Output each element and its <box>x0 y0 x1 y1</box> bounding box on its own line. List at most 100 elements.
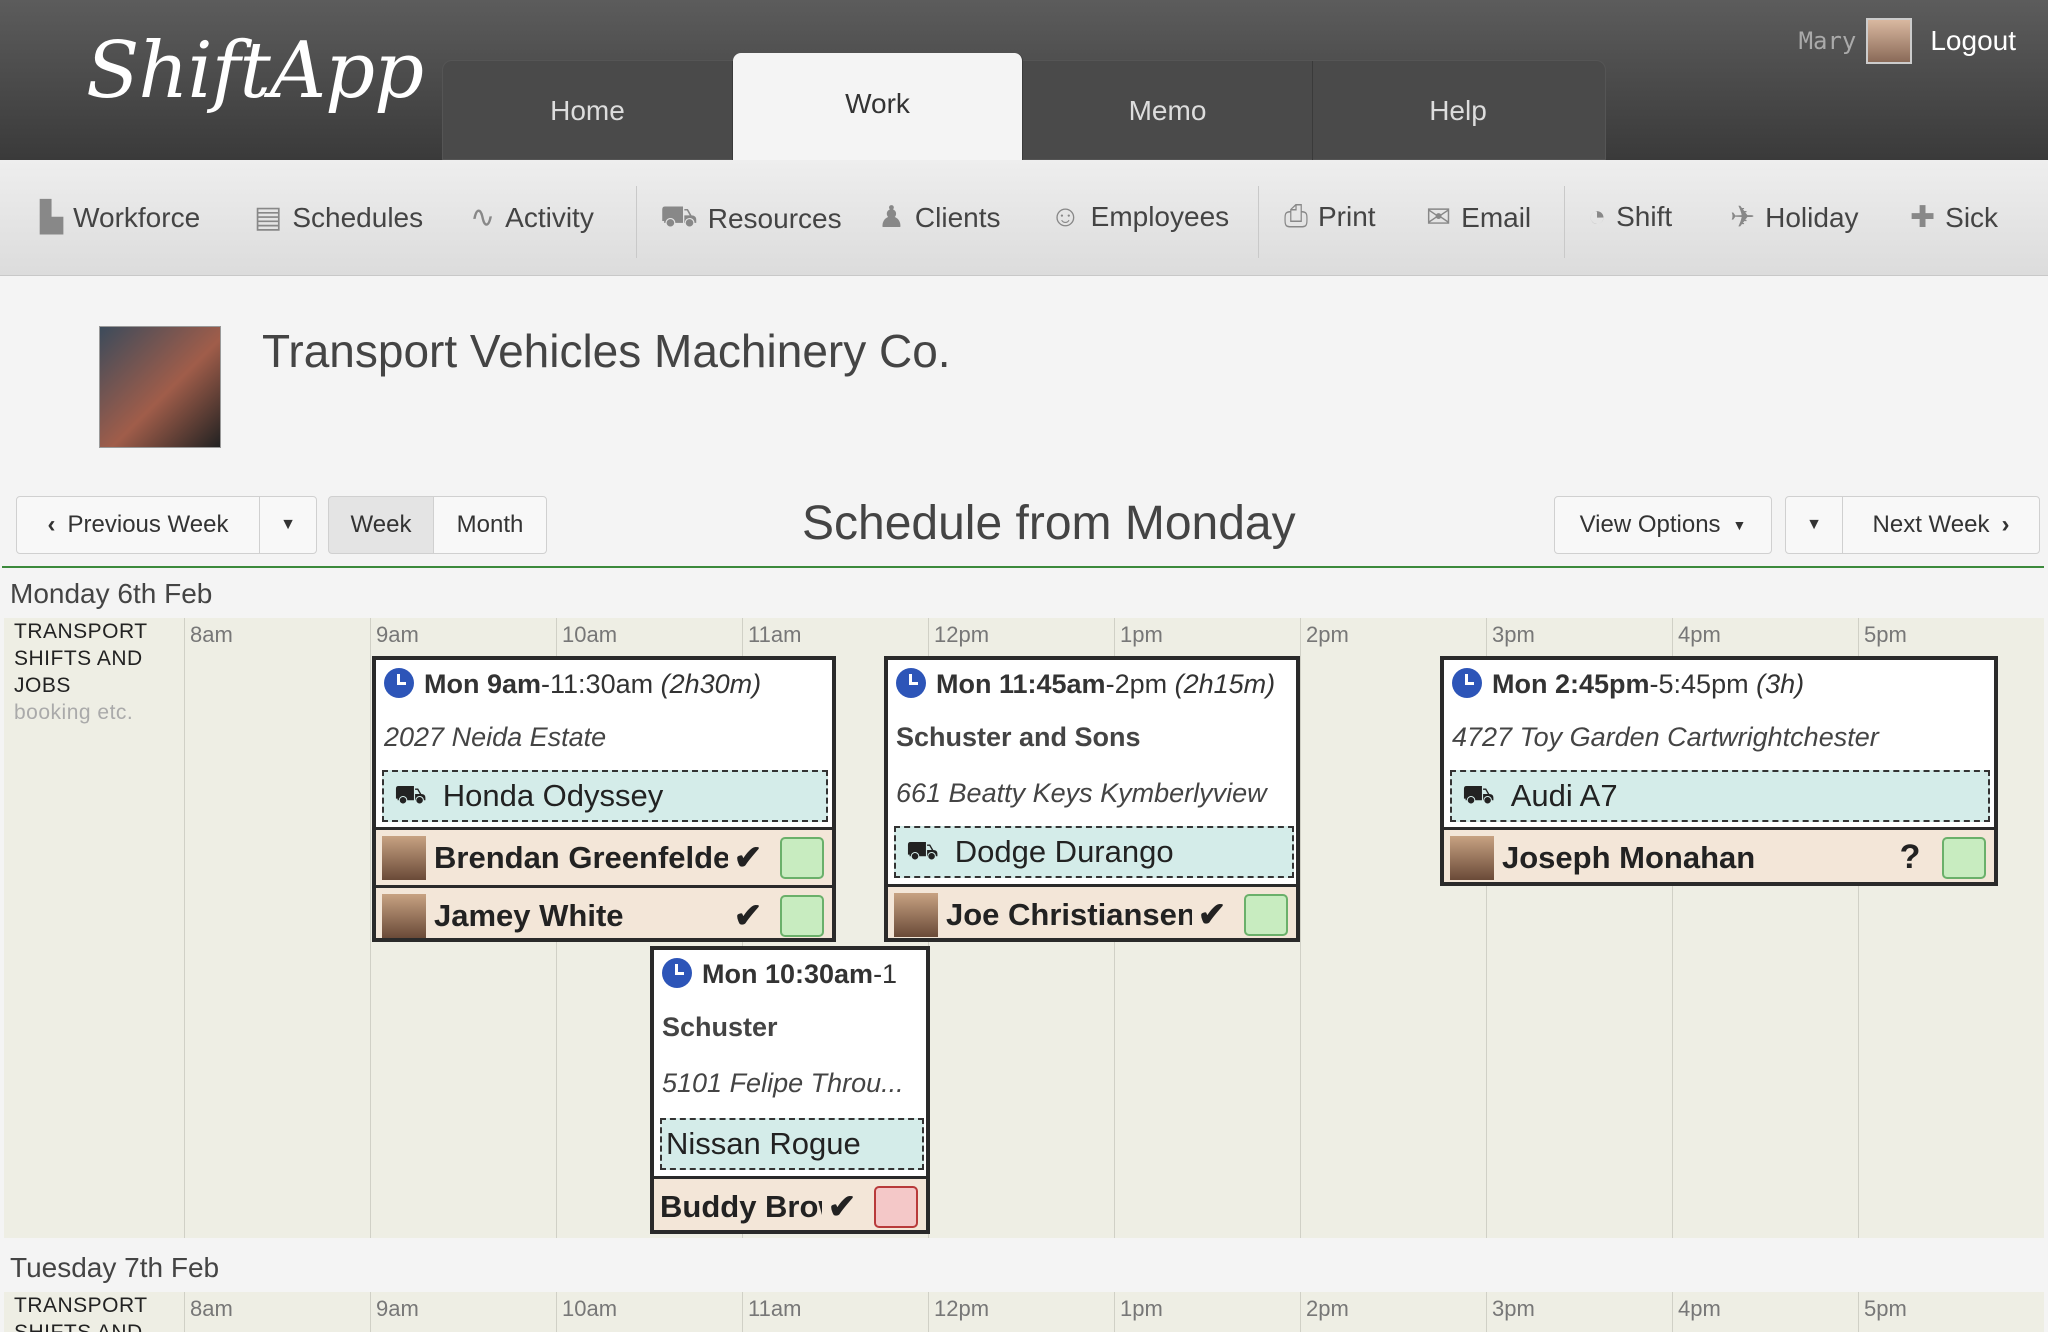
client-icon: ♟ <box>878 201 905 234</box>
job-card[interactable]: Mon 10:30am-1 Schuster 5101 Felipe Throu… <box>650 946 930 1234</box>
job-employee[interactable]: Brendan Greenfelder ✔ <box>376 827 832 885</box>
toolbar-schedules[interactable]: ▤ Schedules <box>254 200 423 235</box>
job-address: 661 Beatty Keys Kymberlyview <box>896 778 1267 808</box>
hour-gridline <box>1486 1292 1487 1332</box>
confirm-checkbox[interactable] <box>780 894 824 937</box>
toolbar-activity[interactable]: ∿ Activity <box>470 200 594 235</box>
job-card[interactable]: Mon 2:45pm-5:45pm (3h) 4727 Toy Garden C… <box>1440 656 1998 886</box>
confirm-checkbox[interactable] <box>1942 836 1986 879</box>
vehicle-name: Dodge Durango <box>954 834 1174 869</box>
toolbar-holiday[interactable]: ✈ Holiday <box>1730 200 1859 235</box>
confirm-checkbox[interactable] <box>780 836 824 879</box>
printer-icon: ⎙ <box>1284 200 1308 233</box>
toolbar-label: Workforce <box>73 201 201 233</box>
tab-memo[interactable]: Memo <box>1023 61 1313 161</box>
tab-work[interactable]: Work <box>733 53 1023 161</box>
job-employee[interactable]: Joseph Monahan? <box>1444 827 1994 882</box>
toolbar-label: Resources <box>707 203 842 234</box>
divider <box>1564 186 1565 258</box>
employee-name: Buddy Brown <box>660 1188 822 1224</box>
status-icon: ✔ <box>733 896 763 935</box>
hour-gridline <box>184 618 185 1238</box>
toolbar-print[interactable]: ⎙ Print <box>1284 200 1376 234</box>
toolbar-workforce[interactable]: ▙ Workforce <box>40 200 200 235</box>
caret-down-icon: ▼ <box>280 516 296 533</box>
toolbar-resources[interactable]: ⛟ Resources <box>660 200 842 238</box>
view-options-button[interactable]: View Options ▼ <box>1554 496 1772 554</box>
toolbar-label: Holiday <box>1765 201 1859 233</box>
truck-icon: ⛟ <box>906 834 939 865</box>
hour-gridline <box>370 618 371 1238</box>
job-card[interactable]: Mon 9am-11:30am (2h30m) 2027 Neida Estat… <box>372 656 836 942</box>
logout-link[interactable]: Logout <box>1930 25 2016 57</box>
employee-name: Jamey White <box>434 897 624 933</box>
company-name: Transport Vehicles Machinery Co. <box>262 325 951 377</box>
status-icon: ✔ <box>1197 895 1227 934</box>
hour-label: 12pm <box>934 1296 990 1321</box>
toolbar-clients[interactable]: ♟ Clients <box>878 200 1001 235</box>
month-view-button[interactable]: Month <box>433 496 547 554</box>
job-vehicle[interactable]: Nissan Rogue <box>660 1118 924 1170</box>
hour-label: 8am <box>190 1296 233 1321</box>
next-week-dropdown[interactable]: ▼ <box>1785 496 1843 554</box>
envelope-icon: ✉ <box>1426 201 1452 234</box>
job-vehicle[interactable]: ⛟ Honda Odyssey <box>382 770 828 822</box>
schedule-title: Schedule from Monday <box>802 497 1296 550</box>
job-card[interactable]: Mon 11:45am-2pm (2h15m) Schuster and Son… <box>884 656 1300 942</box>
tab-home[interactable]: Home <box>443 61 733 161</box>
hour-gridline <box>556 1292 557 1332</box>
hour-label: 2pm <box>1306 622 1349 647</box>
toolbar-email[interactable]: ✉ Email <box>1426 200 1531 235</box>
user-name: Mary <box>1798 27 1857 55</box>
toolbar-label: Email <box>1461 201 1532 233</box>
job-employee[interactable]: Joe Christiansen ✔ <box>888 884 1296 938</box>
vehicle-name: Audi A7 <box>1510 778 1618 813</box>
confirm-checkbox[interactable] <box>1244 893 1288 936</box>
hour-label: 5pm <box>1864 622 1907 647</box>
toolbar-label: Employees <box>1090 201 1230 232</box>
toolbar-label: Shift <box>1616 201 1673 232</box>
app-logo[interactable]: ShiftApp <box>86 26 424 116</box>
previous-week-label: Previous Week <box>67 511 229 538</box>
hour-label: 2pm <box>1306 1296 1349 1321</box>
previous-week-dropdown[interactable]: ▼ <box>259 496 317 554</box>
tab-help[interactable]: Help <box>1313 61 1603 161</box>
previous-week-button[interactable]: ‹ Previous Week <box>16 496 260 554</box>
hour-gridline <box>184 1292 185 1332</box>
next-week-label: Next Week <box>1872 511 1990 538</box>
job-employee[interactable]: Buddy Brown✔ <box>654 1176 926 1230</box>
job-vehicle[interactable]: ⛟ Dodge Durango <box>894 826 1294 878</box>
hour-label: 3pm <box>1492 622 1535 647</box>
toolbar-shift[interactable]: ◔ Shift <box>1588 200 1672 234</box>
job-address: 4727 Toy Garden Cartwrightchester <box>1452 722 1879 752</box>
toolbar-sick[interactable]: ✚ Sick <box>1910 200 1998 235</box>
toolbar-label: Sick <box>1945 201 1999 233</box>
job-vehicle[interactable]: ⛟ Audi A7 <box>1450 770 1990 822</box>
confirm-checkbox[interactable] <box>874 1185 918 1228</box>
clock-icon <box>662 958 692 988</box>
clock-icon <box>384 668 414 698</box>
job-employee[interactable]: Jamey White ✔ <box>376 885 832 938</box>
employee-avatar <box>382 835 426 880</box>
user-avatar[interactable] <box>1866 18 1913 64</box>
day-grid: TRANSPORT SHIFTS AND 8am 9am 10am 11am 12pm 1… <box>4 1292 2044 1332</box>
job-time: Mon 11:45am-2pm (2h15m) <box>888 668 1296 700</box>
hour-gridline <box>1858 1292 1859 1332</box>
hour-label: 1pm <box>1120 622 1163 647</box>
job-client: Schuster and Sons <box>896 722 1141 752</box>
truck-icon: ⛟ <box>1462 778 1495 809</box>
hour-gridline <box>1300 1292 1301 1332</box>
toolbar-employees[interactable]: ☺ Employees <box>1050 200 1229 234</box>
next-week-button[interactable]: Next Week › <box>1842 496 2040 554</box>
main-tabs: Home Work Memo Help <box>442 53 1606 161</box>
week-view-button[interactable]: Week <box>328 496 434 554</box>
hour-label: 10am <box>562 1296 618 1321</box>
hour-gridline <box>370 1292 371 1332</box>
row-label-sub: booking etc. <box>14 701 134 724</box>
employee-name: Brendan Greenfelder <box>434 839 728 875</box>
user-menu: Mary Logout <box>1799 18 2016 64</box>
employee-avatar <box>894 892 938 937</box>
hour-label: 11am <box>748 1296 802 1321</box>
status-icon: ✔ <box>827 1187 857 1226</box>
hour-gridline <box>742 1292 743 1332</box>
